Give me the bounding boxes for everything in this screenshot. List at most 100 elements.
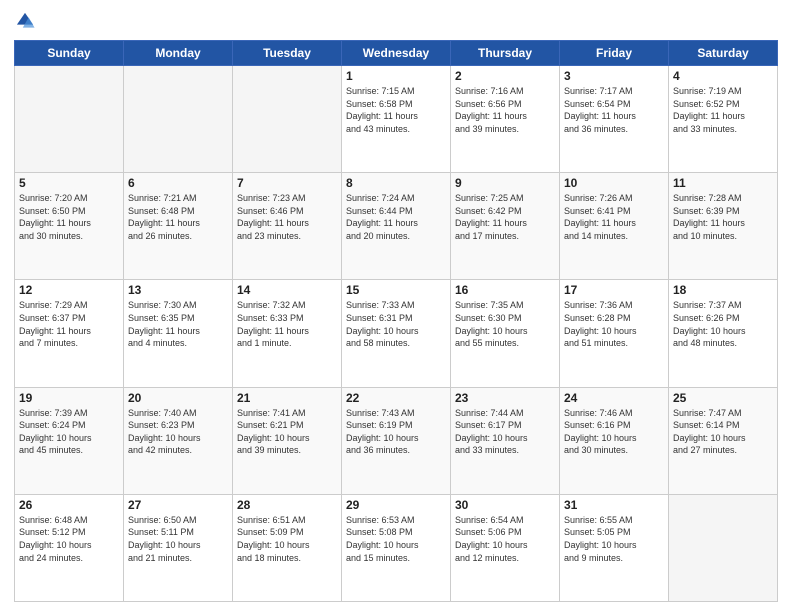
- calendar-cell: 14 Sunrise: 7:32 AM Sunset: 6:33 PM Dayli…: [233, 280, 342, 387]
- page: SundayMondayTuesdayWednesdayThursdayFrid…: [0, 0, 792, 612]
- day-info: Sunrise: 7:33 AM Sunset: 6:31 PM Dayligh…: [346, 299, 446, 349]
- calendar-cell: 21 Sunrise: 7:41 AM Sunset: 6:21 PM Dayli…: [233, 387, 342, 494]
- day-number: 29: [346, 498, 446, 512]
- day-number: 2: [455, 69, 555, 83]
- day-number: 17: [564, 283, 664, 297]
- day-number: 20: [128, 391, 228, 405]
- calendar-cell: 15 Sunrise: 7:33 AM Sunset: 6:31 PM Dayli…: [342, 280, 451, 387]
- day-number: 27: [128, 498, 228, 512]
- day-info: Sunrise: 7:43 AM Sunset: 6:19 PM Dayligh…: [346, 407, 446, 457]
- calendar-cell: 1Sunrise: 7:15 AM Sunset: 6:58 PM Daylig…: [342, 66, 451, 173]
- day-number: 26: [19, 498, 119, 512]
- calendar-cell: 17 Sunrise: 7:36 AM Sunset: 6:28 PM Dayli…: [560, 280, 669, 387]
- calendar-cell: [124, 66, 233, 173]
- calendar-week-5: 26 Sunrise: 6:48 AM Sunset: 5:12 PM Dayli…: [15, 494, 778, 601]
- calendar-cell: 6Sunrise: 7:21 AM Sunset: 6:48 PM Daylig…: [124, 173, 233, 280]
- header: [14, 10, 778, 32]
- calendar-cell: 29 Sunrise: 6:53 AM Sunset: 5:08 PM Dayli…: [342, 494, 451, 601]
- day-info: Sunrise: 7:17 AM Sunset: 6:54 PM Dayligh…: [564, 85, 664, 135]
- day-info: Sunrise: 7:20 AM Sunset: 6:50 PM Dayligh…: [19, 192, 119, 242]
- day-number: 30: [455, 498, 555, 512]
- calendar-table: SundayMondayTuesdayWednesdayThursdayFrid…: [14, 40, 778, 602]
- day-number: 31: [564, 498, 664, 512]
- day-info: Sunrise: 7:47 AM Sunset: 6:14 PM Dayligh…: [673, 407, 773, 457]
- weekday-header-tuesday: Tuesday: [233, 41, 342, 66]
- calendar-cell: 8 Sunrise: 7:24 AM Sunset: 6:44 PM Daylig…: [342, 173, 451, 280]
- day-number: 11: [673, 176, 773, 190]
- calendar-cell: 12Sunrise: 7:29 AM Sunset: 6:37 PM Dayli…: [15, 280, 124, 387]
- calendar-cell: 27Sunrise: 6:50 AM Sunset: 5:11 PM Dayli…: [124, 494, 233, 601]
- calendar-cell: 30 Sunrise: 6:54 AM Sunset: 5:06 PM Dayli…: [451, 494, 560, 601]
- day-number: 22: [346, 391, 446, 405]
- calendar-cell: [15, 66, 124, 173]
- day-info: Sunrise: 7:21 AM Sunset: 6:48 PM Dayligh…: [128, 192, 228, 242]
- day-info: Sunrise: 7:16 AM Sunset: 6:56 PM Dayligh…: [455, 85, 555, 135]
- logo: [14, 10, 38, 32]
- calendar-cell: 18 Sunrise: 7:37 AM Sunset: 6:26 PM Dayli…: [669, 280, 778, 387]
- day-number: 4: [673, 69, 773, 83]
- day-number: 1: [346, 69, 446, 83]
- day-number: 24: [564, 391, 664, 405]
- day-number: 15: [346, 283, 446, 297]
- calendar-week-3: 12Sunrise: 7:29 AM Sunset: 6:37 PM Dayli…: [15, 280, 778, 387]
- day-info: Sunrise: 7:28 AM Sunset: 6:39 PM Dayligh…: [673, 192, 773, 242]
- day-number: 10: [564, 176, 664, 190]
- calendar-cell: 10 Sunrise: 7:26 AM Sunset: 6:41 PM Dayli…: [560, 173, 669, 280]
- logo-icon: [14, 10, 36, 32]
- day-info: Sunrise: 6:53 AM Sunset: 5:08 PM Dayligh…: [346, 514, 446, 564]
- day-number: 14: [237, 283, 337, 297]
- day-number: 16: [455, 283, 555, 297]
- day-info: Sunrise: 7:36 AM Sunset: 6:28 PM Dayligh…: [564, 299, 664, 349]
- day-info: Sunrise: 7:41 AM Sunset: 6:21 PM Dayligh…: [237, 407, 337, 457]
- day-info: Sunrise: 7:19 AM Sunset: 6:52 PM Dayligh…: [673, 85, 773, 135]
- weekday-header-sunday: Sunday: [15, 41, 124, 66]
- day-number: 9: [455, 176, 555, 190]
- day-number: 3: [564, 69, 664, 83]
- weekday-header-thursday: Thursday: [451, 41, 560, 66]
- calendar-cell: 28Sunrise: 6:51 AM Sunset: 5:09 PM Dayli…: [233, 494, 342, 601]
- day-number: 21: [237, 391, 337, 405]
- day-info: Sunrise: 7:29 AM Sunset: 6:37 PM Dayligh…: [19, 299, 119, 349]
- day-info: Sunrise: 7:40 AM Sunset: 6:23 PM Dayligh…: [128, 407, 228, 457]
- calendar-cell: 20 Sunrise: 7:40 AM Sunset: 6:23 PM Dayli…: [124, 387, 233, 494]
- calendar-cell: 19 Sunrise: 7:39 AM Sunset: 6:24 PM Dayli…: [15, 387, 124, 494]
- calendar-week-2: 5 Sunrise: 7:20 AM Sunset: 6:50 PM Daylig…: [15, 173, 778, 280]
- calendar-cell: 5 Sunrise: 7:20 AM Sunset: 6:50 PM Daylig…: [15, 173, 124, 280]
- day-info: Sunrise: 6:51 AM Sunset: 5:09 PM Dayligh…: [237, 514, 337, 564]
- calendar-cell: 3 Sunrise: 7:17 AM Sunset: 6:54 PM Daylig…: [560, 66, 669, 173]
- day-number: 19: [19, 391, 119, 405]
- day-info: Sunrise: 7:46 AM Sunset: 6:16 PM Dayligh…: [564, 407, 664, 457]
- day-info: Sunrise: 7:23 AM Sunset: 6:46 PM Dayligh…: [237, 192, 337, 242]
- day-info: Sunrise: 7:37 AM Sunset: 6:26 PM Dayligh…: [673, 299, 773, 349]
- day-number: 5: [19, 176, 119, 190]
- calendar-cell: 23 Sunrise: 7:44 AM Sunset: 6:17 PM Dayli…: [451, 387, 560, 494]
- day-info: Sunrise: 7:35 AM Sunset: 6:30 PM Dayligh…: [455, 299, 555, 349]
- day-info: Sunrise: 7:44 AM Sunset: 6:17 PM Dayligh…: [455, 407, 555, 457]
- day-number: 23: [455, 391, 555, 405]
- day-number: 18: [673, 283, 773, 297]
- weekday-header-friday: Friday: [560, 41, 669, 66]
- calendar-cell: 16 Sunrise: 7:35 AM Sunset: 6:30 PM Dayli…: [451, 280, 560, 387]
- day-info: Sunrise: 6:48 AM Sunset: 5:12 PM Dayligh…: [19, 514, 119, 564]
- calendar-cell: 25Sunrise: 7:47 AM Sunset: 6:14 PM Dayli…: [669, 387, 778, 494]
- day-info: Sunrise: 7:39 AM Sunset: 6:24 PM Dayligh…: [19, 407, 119, 457]
- day-info: Sunrise: 7:26 AM Sunset: 6:41 PM Dayligh…: [564, 192, 664, 242]
- calendar-cell: [669, 494, 778, 601]
- day-number: 8: [346, 176, 446, 190]
- day-info: Sunrise: 6:55 AM Sunset: 5:05 PM Dayligh…: [564, 514, 664, 564]
- calendar-cell: 24 Sunrise: 7:46 AM Sunset: 6:16 PM Dayli…: [560, 387, 669, 494]
- day-number: 13: [128, 283, 228, 297]
- calendar-cell: 26 Sunrise: 6:48 AM Sunset: 5:12 PM Dayli…: [15, 494, 124, 601]
- day-info: Sunrise: 6:54 AM Sunset: 5:06 PM Dayligh…: [455, 514, 555, 564]
- day-info: Sunrise: 7:32 AM Sunset: 6:33 PM Dayligh…: [237, 299, 337, 349]
- calendar-cell: 13 Sunrise: 7:30 AM Sunset: 6:35 PM Dayli…: [124, 280, 233, 387]
- calendar-cell: 31 Sunrise: 6:55 AM Sunset: 5:05 PM Dayli…: [560, 494, 669, 601]
- calendar-cell: [233, 66, 342, 173]
- calendar-week-4: 19 Sunrise: 7:39 AM Sunset: 6:24 PM Dayli…: [15, 387, 778, 494]
- weekday-header-monday: Monday: [124, 41, 233, 66]
- weekday-header-wednesday: Wednesday: [342, 41, 451, 66]
- calendar-cell: 11 Sunrise: 7:28 AM Sunset: 6:39 PM Dayli…: [669, 173, 778, 280]
- day-info: Sunrise: 7:24 AM Sunset: 6:44 PM Dayligh…: [346, 192, 446, 242]
- day-info: Sunrise: 7:30 AM Sunset: 6:35 PM Dayligh…: [128, 299, 228, 349]
- calendar-cell: 9Sunrise: 7:25 AM Sunset: 6:42 PM Daylig…: [451, 173, 560, 280]
